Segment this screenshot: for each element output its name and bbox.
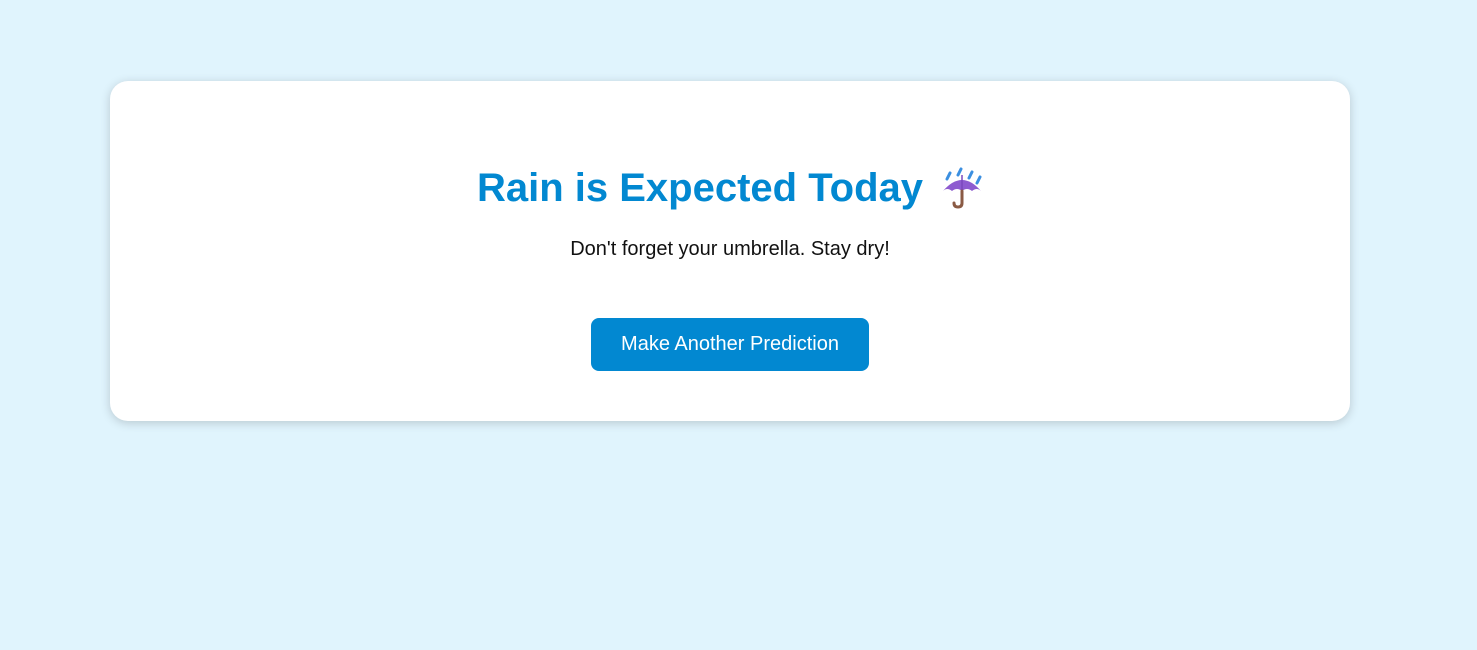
result-card: Rain is Expected Today Don't forget your… <box>110 81 1350 421</box>
page-title: Rain is Expected Today <box>476 166 924 210</box>
umbrella-with-rain-icon <box>941 167 983 209</box>
title-row: Rain is Expected Today <box>110 165 1350 211</box>
make-another-prediction-button[interactable]: Make Another Prediction <box>591 318 869 371</box>
message-text: Don't forget your umbrella. Stay dry! <box>570 238 890 260</box>
